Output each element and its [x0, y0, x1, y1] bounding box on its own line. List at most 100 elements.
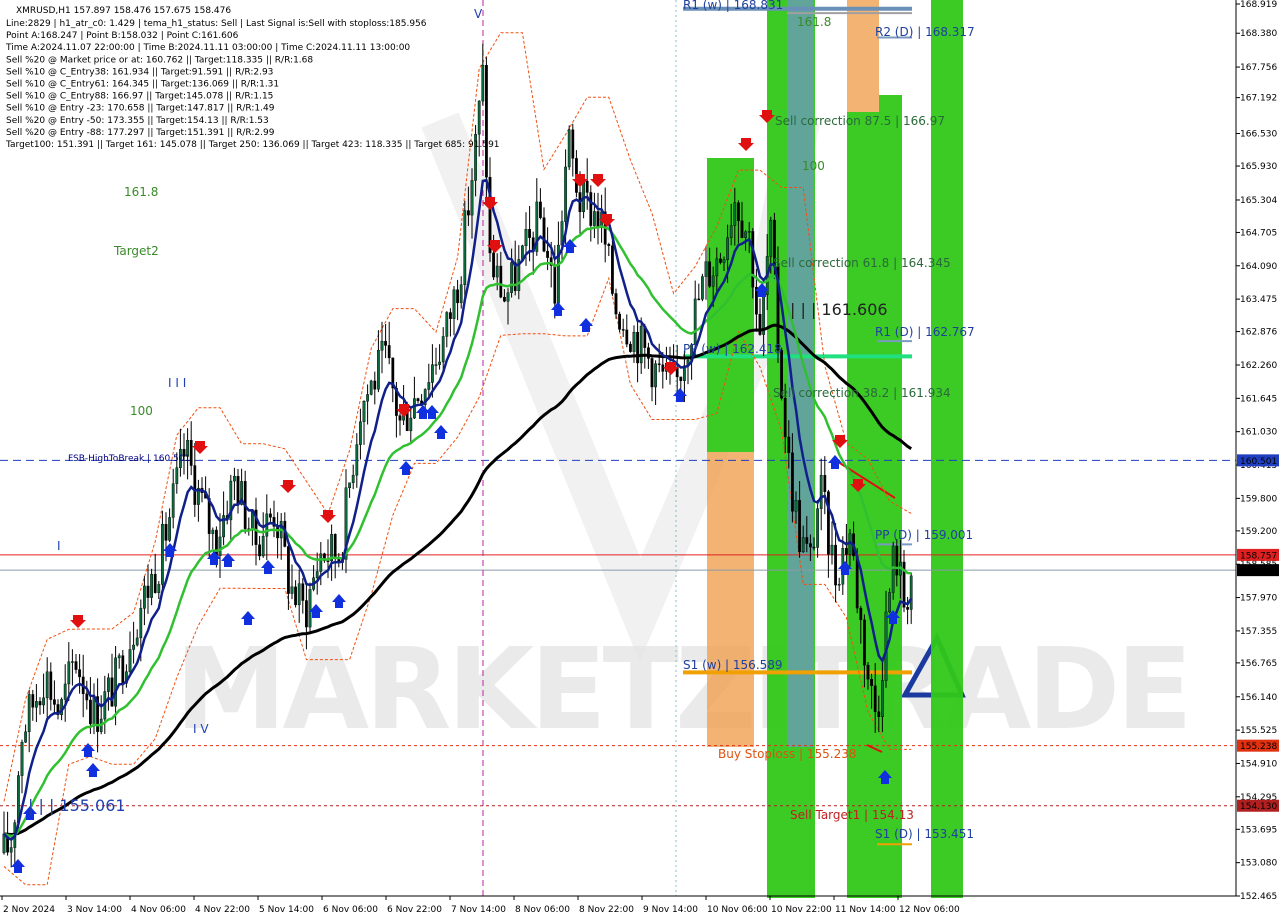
y-tick-label: 162.260 [1240, 361, 1277, 371]
candle-body [611, 245, 614, 294]
candle-body [121, 655, 125, 684]
candle-body [193, 465, 197, 505]
candle-body [503, 296, 506, 302]
candle-body [629, 343, 632, 352]
x-tick-label: 10 Nov 22:00 [771, 905, 832, 915]
level-label: FSB-HighToBreak | 160.501 [68, 454, 190, 464]
candle-body [506, 292, 510, 302]
candle-body [114, 657, 118, 707]
x-tick-label: 6 Nov 22:00 [387, 905, 442, 915]
candle-body [53, 699, 56, 705]
x-tick-label: 4 Nov 22:00 [195, 905, 250, 915]
info-line: Sell %20 @ Entry -50: 173.355 || Target:… [6, 116, 269, 126]
level-label: | | | 155.061 [28, 796, 126, 815]
candle-body [639, 325, 643, 364]
y-tick-label: 156.765 [1240, 659, 1277, 669]
candle-body [539, 201, 542, 218]
candle-body [35, 701, 38, 708]
y-tick-label: 157.970 [1240, 594, 1277, 604]
level-label: Target2 [113, 244, 159, 258]
candle-body [881, 680, 884, 718]
candle-body [142, 585, 146, 609]
candle-body [24, 731, 27, 743]
y-tick-label: 167.192 [1240, 94, 1277, 104]
level-label: Buy Stoploss | 155.238 [718, 747, 857, 761]
y-tick-label: 163.475 [1240, 295, 1277, 305]
info-line: Sell %20 @ Market price or at: 160.762 |… [6, 55, 313, 65]
trading-chart: MARKETZITRADE R1 (w) | 168.831 R2 (D) | 1… [0, 0, 1280, 920]
info-line: Target100: 151.391 || Target 161: 145.07… [5, 140, 500, 150]
zone-band [707, 158, 754, 452]
candle-body [139, 608, 143, 639]
level-label: S1 (w) | 156.589 [683, 658, 783, 672]
level-label: Sell Target1 | 154.13 [790, 808, 914, 822]
candle-body [373, 380, 377, 390]
candle-body [38, 701, 42, 706]
candle-body [542, 217, 546, 252]
y-tick-label: 161.645 [1240, 394, 1277, 404]
candle-body [232, 476, 236, 482]
candle-body [463, 210, 467, 285]
candle-body [701, 276, 704, 300]
candle-body [74, 661, 78, 670]
candle-body [747, 231, 751, 233]
candle-body [27, 694, 31, 733]
candle-body [571, 129, 575, 159]
candle-body [427, 382, 431, 390]
candle-body [809, 543, 812, 548]
candle-body [189, 440, 193, 466]
candle-body [416, 398, 420, 402]
info-line: Sell %20 @ Entry -88: 177.297 || Target:… [6, 128, 275, 138]
candle-body [726, 237, 730, 260]
info-line: Sell %10 @ Entry -23: 170.658 || Target:… [6, 104, 275, 114]
level-label: S1 (D) | 153.451 [875, 827, 974, 841]
candle-body [895, 545, 899, 576]
zone-band [707, 452, 754, 747]
candle-body [744, 231, 748, 238]
symbol-line: XMRUSD,H1 157.897 158.476 157.675 158.47… [16, 6, 231, 16]
candle-body [751, 231, 755, 288]
candle-body [596, 211, 600, 228]
candle-body [607, 244, 611, 247]
candle-body [888, 592, 892, 613]
candle-body [211, 529, 215, 534]
zone-band [931, 0, 963, 898]
candle-body [650, 358, 654, 388]
x-tick-label: 3 Nov 14:00 [67, 905, 122, 915]
candle-body [791, 452, 794, 512]
y-tick-label: 167.756 [1240, 63, 1277, 73]
candle-body [434, 364, 438, 366]
x-tick-label: 2 Nov 2024 [3, 905, 55, 915]
candle-body [85, 693, 89, 701]
candle-body [697, 298, 701, 301]
candle-body [495, 265, 499, 278]
candle-body [308, 589, 312, 628]
candle-body [164, 523, 168, 541]
candle-body [369, 380, 373, 395]
candle-body [218, 536, 222, 556]
candle-body [625, 329, 629, 345]
candle-body [693, 298, 697, 346]
level-label: PP (w) | 162.418 [683, 342, 782, 356]
candle-body [128, 649, 132, 672]
y-tick-label: 165.930 [1240, 162, 1277, 172]
candle-body [787, 436, 791, 454]
level-label: 100 [802, 159, 825, 173]
x-tick-label: 12 Nov 06:00 [899, 905, 960, 915]
candle-body [859, 607, 863, 621]
zone-band [847, 0, 879, 112]
candle-body [816, 508, 820, 548]
candle-body [438, 361, 441, 365]
candle-body [445, 312, 449, 337]
candle-body [355, 444, 359, 476]
info-line: Sell %10 @ C_Entry38: 161.934 || Target:… [6, 67, 273, 77]
candle-body [783, 397, 787, 438]
y-tick-label: 153.695 [1240, 825, 1277, 835]
info-line: Sell %10 @ C_Entry61: 164.345 || Target:… [6, 80, 279, 90]
y-tick-label: 154.910 [1240, 759, 1277, 769]
candle-body [45, 671, 49, 699]
candle-body [70, 661, 74, 663]
candle-body [384, 340, 387, 346]
candle-body [654, 363, 658, 388]
candle-body [801, 537, 805, 553]
